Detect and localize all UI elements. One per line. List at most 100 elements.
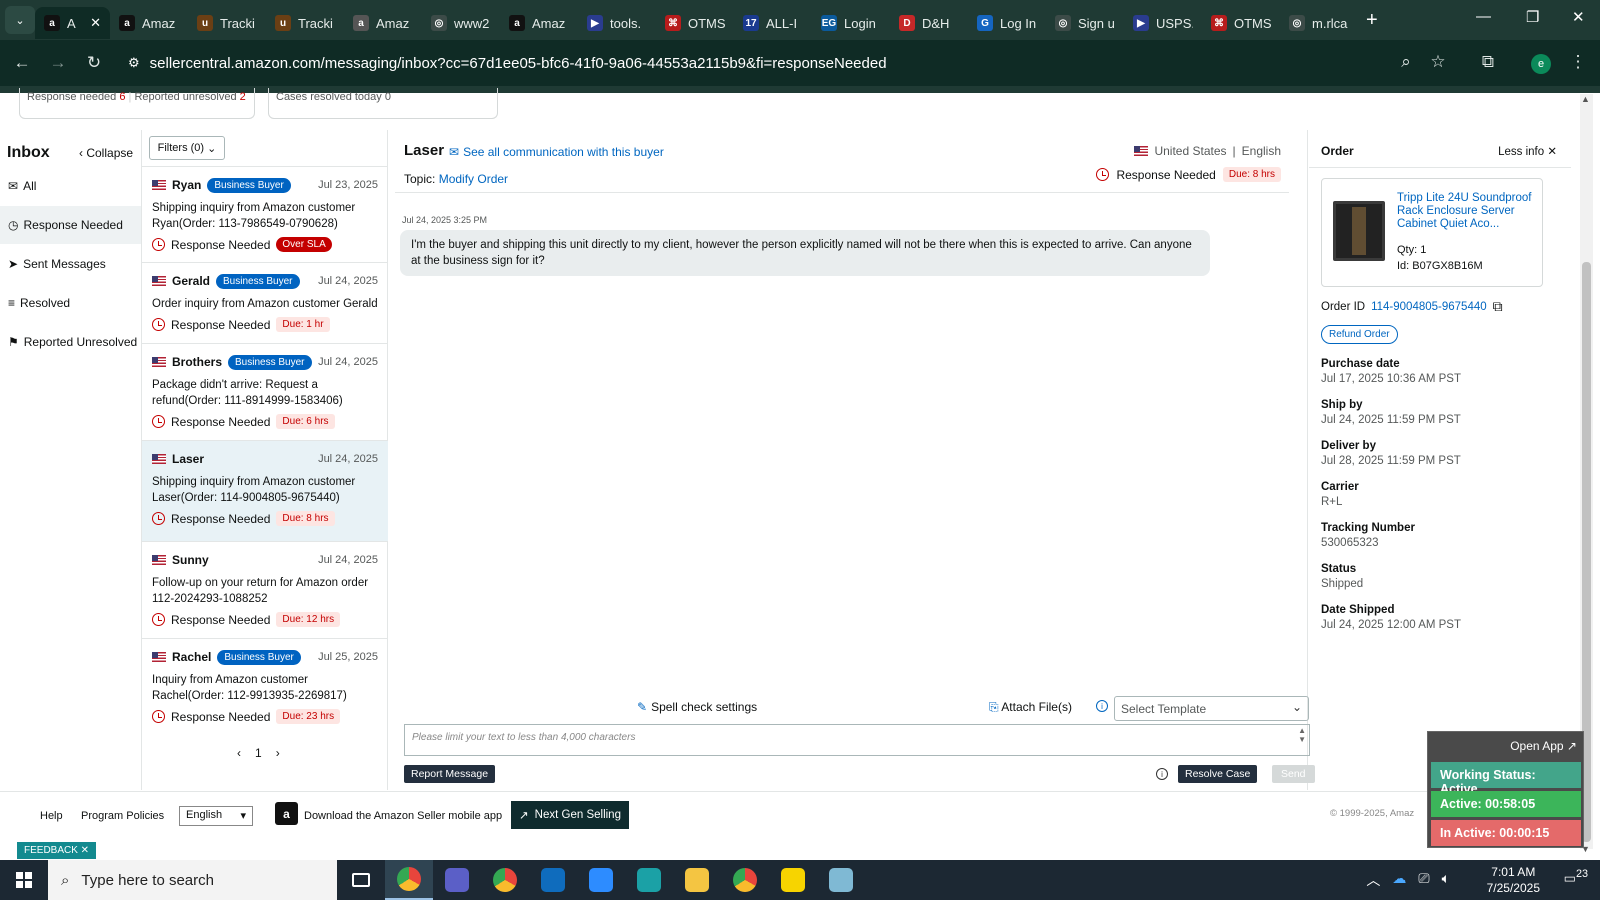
collapse-button[interactable]: ‹ Collapse [79, 146, 133, 160]
language-select[interactable]: English ▾ [179, 806, 253, 826]
outlook-icon[interactable] [529, 860, 577, 900]
taskbar-search[interactable]: ⌕ Type here to search [48, 860, 337, 900]
browser-tab[interactable]: a Amaz [500, 7, 578, 39]
next-gen-selling-button[interactable]: ↗ Next Gen Selling [511, 801, 629, 829]
chrome-profile-icon[interactable] [481, 860, 529, 900]
extensions-icon[interactable]: ⧉ [1470, 52, 1506, 72]
browser-tab[interactable]: ◎ m.rlca [1280, 7, 1358, 39]
resolve-info-icon[interactable]: i [1156, 768, 1168, 780]
close-window-icon[interactable]: ✕ [1572, 8, 1585, 26]
copy-icon[interactable]: ⧉ [1493, 298, 1503, 315]
message-card[interactable]: Rachel Business Buyer Jul 25, 2025 Inquiry … [142, 638, 388, 736]
resolve-case-button[interactable]: Resolve Case [1178, 765, 1258, 783]
sticky-notes-icon[interactable] [769, 860, 817, 900]
browser-tab[interactable]: ⌘ OTMS [1202, 7, 1280, 39]
volume-icon[interactable]: 🔈︎ [1442, 870, 1450, 890]
message-card[interactable]: Laser Jul 24, 2025 Shipping inquiry from A… [142, 440, 388, 541]
browser-tab[interactable]: a Amaz [110, 7, 188, 39]
product-title-link[interactable]: Tripp Lite 24U Soundproof Rack Enclosure… [1397, 192, 1537, 231]
tab-title: Tracki [298, 15, 333, 31]
scroll-up-icon[interactable]: ▲ [1581, 94, 1590, 104]
see-all-link[interactable]: ✉ See all communication with this buyer [449, 145, 664, 159]
app-diamond-icon[interactable] [625, 860, 673, 900]
profile-avatar[interactable]: e [1531, 54, 1551, 74]
browser-tab[interactable]: ◎ Sign u [1046, 7, 1124, 39]
teams-icon[interactable] [433, 860, 481, 900]
spell-check-link[interactable]: ✎ Spell check settings [637, 700, 757, 714]
sidebar-item-resolved[interactable]: ≡ Resolved [0, 284, 141, 322]
task-view-icon[interactable] [337, 860, 385, 900]
product-image[interactable] [1333, 201, 1385, 261]
browser-tab[interactable]: EG Login [812, 7, 890, 39]
chevron-up-icon[interactable]: ︿ [1366, 870, 1380, 890]
browser-tab[interactable]: ⌘ OTMS [656, 7, 734, 39]
message-card[interactable]: Gerald Business Buyer Jul 24, 2025 Order in… [142, 262, 388, 343]
file-explorer-icon[interactable] [673, 860, 721, 900]
order-id-link[interactable]: 114-9004805-9675440 [1371, 301, 1487, 313]
filters-button[interactable]: Filters (0) ⌄ [149, 136, 225, 160]
program-policies-link[interactable]: Program Policies [81, 810, 164, 822]
browser-tab[interactable]: ▶ tools. [578, 7, 656, 39]
template-select[interactable]: Select Template ⌄ [1114, 696, 1309, 721]
feedback-button[interactable]: FEEDBACK ✕ [17, 842, 97, 859]
mobile-app-link[interactable]: Download the Amazon Seller mobile app [304, 810, 502, 822]
maximize-icon[interactable]: ❐ [1526, 8, 1539, 26]
minimize-icon[interactable]: — [1476, 8, 1491, 25]
network-icon[interactable]: ⎚ [1418, 870, 1429, 890]
help-link[interactable]: Help [40, 810, 63, 822]
browser-tab[interactable]: ▶ USPS. [1124, 7, 1202, 39]
less-info-button[interactable]: Less info ✕ [1498, 144, 1557, 158]
report-message-button[interactable]: Report Message [404, 765, 496, 783]
new-tab-button[interactable]: + [1366, 9, 1378, 32]
browser-tab[interactable]: D D&H [890, 7, 968, 39]
chrome-icon[interactable] [385, 860, 433, 900]
zoom-icon[interactable]: ⌕ [1388, 52, 1424, 72]
notifications-icon[interactable]: ▭23 [1564, 868, 1588, 886]
message-card[interactable]: Sunny Jul 24, 2025 Follow-up on your retur… [142, 541, 388, 638]
browser-tab[interactable]: 17 ALL-I [734, 7, 812, 39]
back-icon[interactable]: ← [4, 53, 40, 73]
next-page-icon[interactable]: › [276, 746, 280, 760]
browser-tab[interactable]: u Tracki [266, 7, 344, 39]
windows-start-icon[interactable] [0, 860, 48, 900]
sidebar-item-reported-unresolved[interactable]: ⚑ Reported Unresolved [0, 323, 141, 361]
card-status: Response Needed Due: 8 hrs [152, 511, 378, 526]
topic-link[interactable]: Modify Order [439, 172, 508, 186]
refund-order-button[interactable]: Refund Order [1321, 325, 1398, 344]
browser-tab[interactable]: a Amaz [344, 7, 422, 39]
forward-icon[interactable]: → [40, 53, 76, 73]
reply-textarea[interactable]: Please limit your text to less than 4,00… [404, 724, 1310, 756]
url-field[interactable]: ⚙ sellercentral.amazon.com/messaging/inb… [118, 45, 1368, 81]
prev-page-icon[interactable]: ‹ [237, 746, 241, 760]
amazon-app-icon[interactable]: a [275, 802, 298, 825]
open-app-button[interactable]: Open App ↗ [1510, 739, 1577, 753]
page-number[interactable]: 1 [255, 746, 262, 760]
message-card[interactable]: Brothers Business Buyer Jul 24, 2025 Packag… [142, 343, 388, 440]
close-tab-icon[interactable]: ✕ [90, 15, 101, 31]
sidebar-item-all[interactable]: ✉ All [0, 167, 141, 205]
browser-tab[interactable]: u Tracki [188, 7, 266, 39]
browser-menu-icon[interactable]: ⋮ [1560, 52, 1596, 72]
field-value: 530065323 [1321, 537, 1379, 549]
us-flag-icon [152, 454, 166, 464]
onedrive-icon[interactable]: ☁ [1392, 870, 1406, 890]
reload-icon[interactable]: ↻ [76, 53, 112, 73]
taskbar-clock[interactable]: 7:01 AM 7/25/2025 [1487, 864, 1540, 896]
notes-app-icon[interactable] [817, 860, 865, 900]
tab-title: Login [844, 15, 876, 31]
tab-search-button[interactable]: ⌄ [5, 6, 35, 34]
info-icon[interactable]: i [1096, 700, 1108, 712]
browser-tab[interactable]: G Log In [968, 7, 1046, 39]
zoom-icon[interactable] [577, 860, 625, 900]
sidebar-item-sent-messages[interactable]: ➤ Sent Messages [0, 245, 141, 283]
chrome-alt-icon[interactable] [721, 860, 769, 900]
sidebar-item-response-needed[interactable]: ◷ Response Needed [0, 206, 141, 244]
browser-tab[interactable]: ◎ www2 [422, 7, 500, 39]
card-date: Jul 24, 2025 [318, 554, 378, 566]
message-card[interactable]: Ryan Business Buyer Jul 23, 2025 Shipping i… [142, 166, 388, 262]
bookmark-star-icon[interactable]: ☆ [1420, 52, 1456, 72]
attach-files-link[interactable]: ⎘ Attach File(s) [989, 700, 1072, 715]
site-info-icon[interactable]: ⚙ [128, 55, 140, 71]
card-date: Jul 25, 2025 [318, 651, 378, 663]
browser-tab[interactable]: a A ✕ [35, 7, 110, 39]
